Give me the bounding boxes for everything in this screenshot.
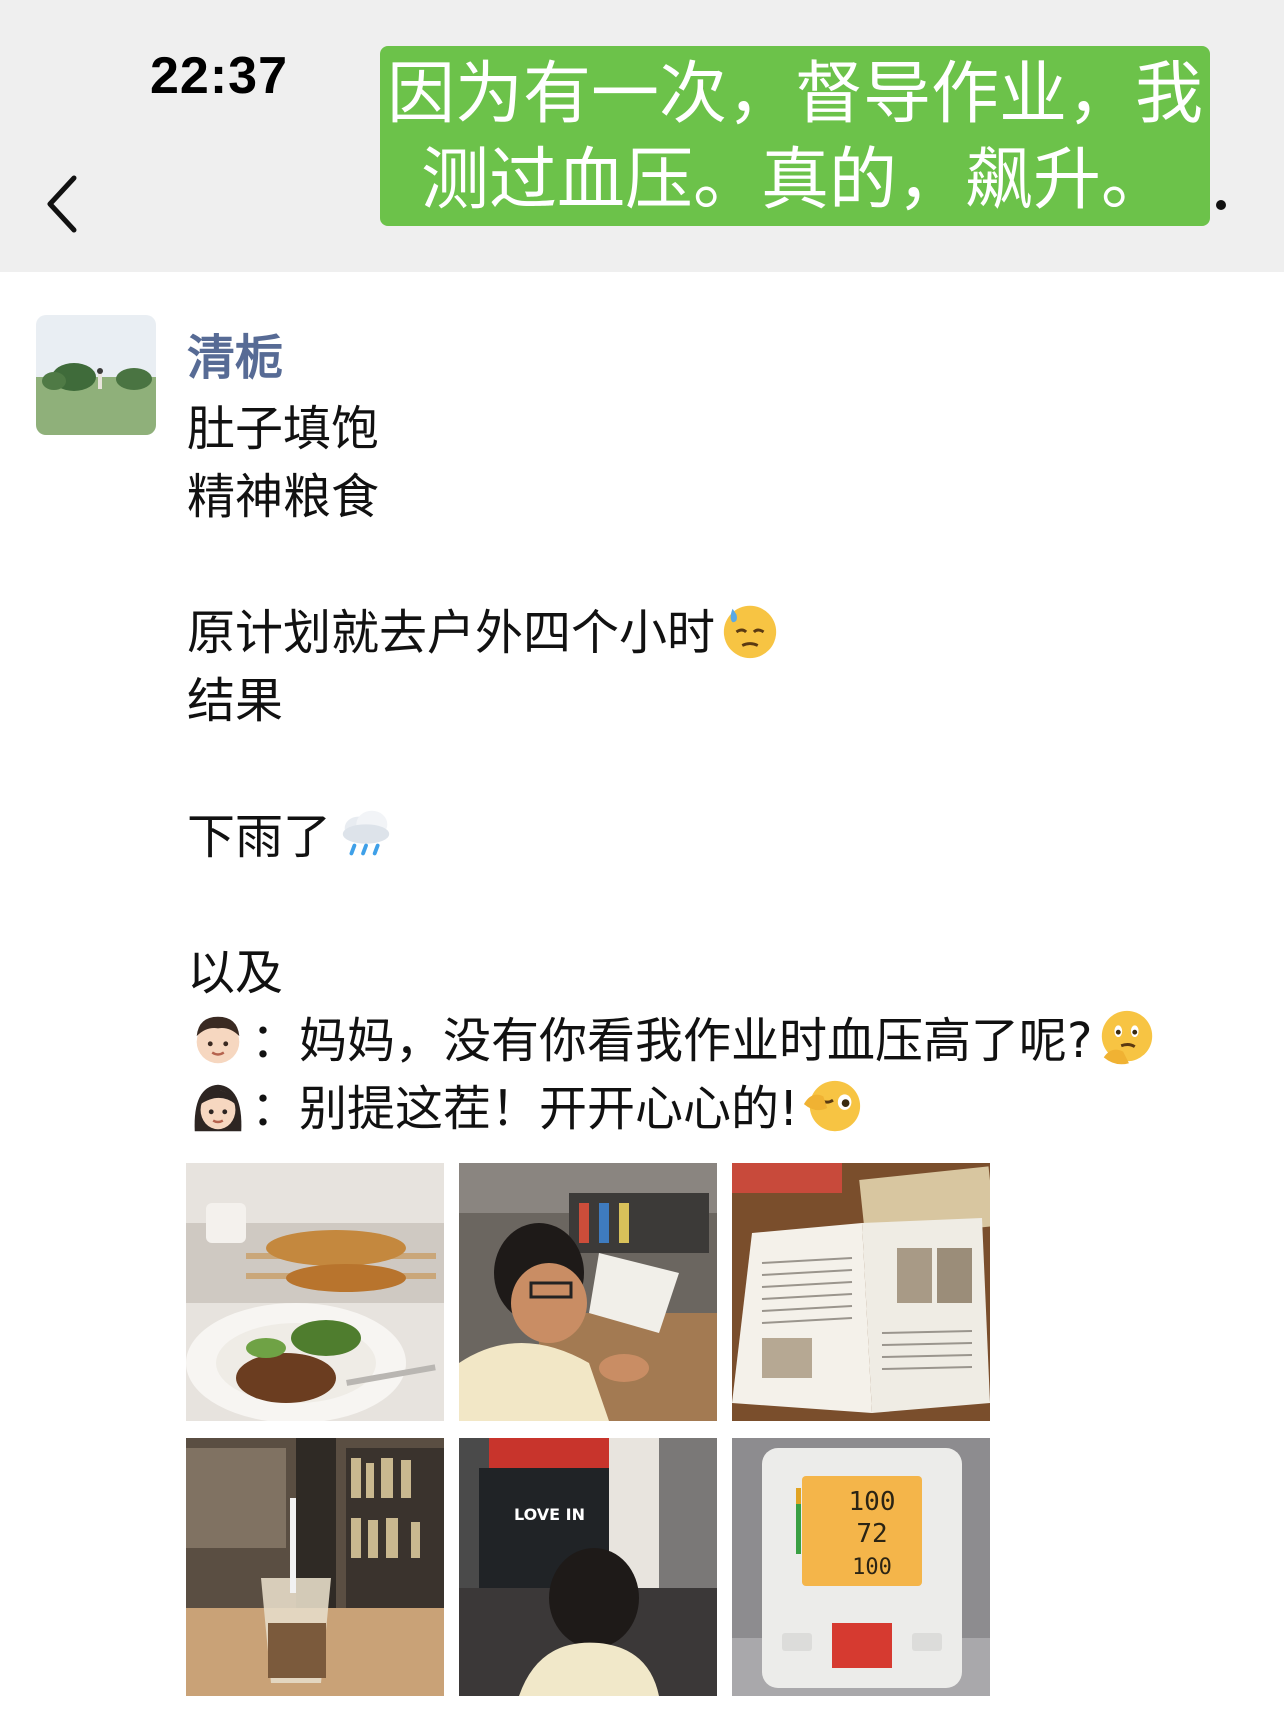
monitor-systolic: 100 — [849, 1487, 896, 1517]
caption-line-1: 因为有一次，督导作业，我 — [386, 55, 1203, 134]
boy-emoji-icon — [196, 1016, 240, 1064]
avatar[interactable] — [36, 315, 156, 435]
photo-food[interactable] — [186, 1163, 444, 1421]
photo-store[interactable]: LOVE IN — [459, 1438, 717, 1696]
post-line: 原计划就去户外四个小时 — [187, 599, 1247, 667]
post-line-text: ：妈妈，没有你看我作业时血压高了呢? — [251, 1013, 1093, 1069]
post-line: 精神粮食 — [187, 469, 380, 525]
thinking-emoji-icon — [1102, 1010, 1153, 1065]
post-line: 结果 — [187, 673, 284, 729]
post-line: 下雨了 — [187, 803, 1247, 871]
more-dot-icon[interactable] — [1216, 200, 1226, 210]
photo-grid: LOVE IN 100 72 100 — [186, 1163, 990, 1696]
caption-line-2: 测过血压。真的，飙升。 — [420, 141, 1169, 220]
post-line-text: 下雨了 — [187, 809, 332, 865]
monitor-diastolic: 72 — [856, 1519, 887, 1549]
photo-boy-reading[interactable] — [459, 1163, 717, 1421]
post-line-text: 原计划就去户外四个小时 — [187, 605, 716, 661]
photo-blood-pressure-monitor[interactable]: 100 72 100 — [732, 1438, 990, 1696]
woman-emoji-icon — [194, 1084, 242, 1132]
post-line: 以及 — [187, 945, 284, 1001]
caption-overlay: 因为有一次，督导作业，我 测过血压。真的，飙升。 — [380, 46, 1210, 226]
photo-coffee[interactable] — [186, 1438, 444, 1696]
store-sign-text: LOVE IN — [514, 1505, 585, 1524]
photo-textbook[interactable] — [732, 1163, 990, 1421]
status-time: 22:37 — [150, 47, 288, 105]
post-line: ：妈妈，没有你看我作业时血压高了呢? — [187, 1007, 1247, 1075]
post-line: ：别提这茬！开开心心的! — [187, 1075, 1247, 1143]
post-line-text: ：别提这茬！开开心心的! — [251, 1081, 799, 1137]
post-body: 肚子填饱 精神粮食 原计划就去户外四个小时 结果 下雨了 以及 ：妈妈，没有你看… — [187, 395, 1247, 1143]
back-chevron-icon[interactable] — [40, 172, 88, 236]
monitor-pulse: 100 — [852, 1555, 892, 1580]
rain-cloud-emoji-icon — [342, 810, 390, 856]
wink-emoji-icon — [804, 1080, 861, 1132]
post-username[interactable]: 清栀 — [187, 318, 283, 388]
top-bar: 22:37 因为有一次，督导作业，我 测过血压。真的，飙升。 — [0, 0, 1284, 272]
sweat-emoji-icon — [723, 605, 777, 659]
post-line: 肚子填饱 — [187, 401, 380, 457]
